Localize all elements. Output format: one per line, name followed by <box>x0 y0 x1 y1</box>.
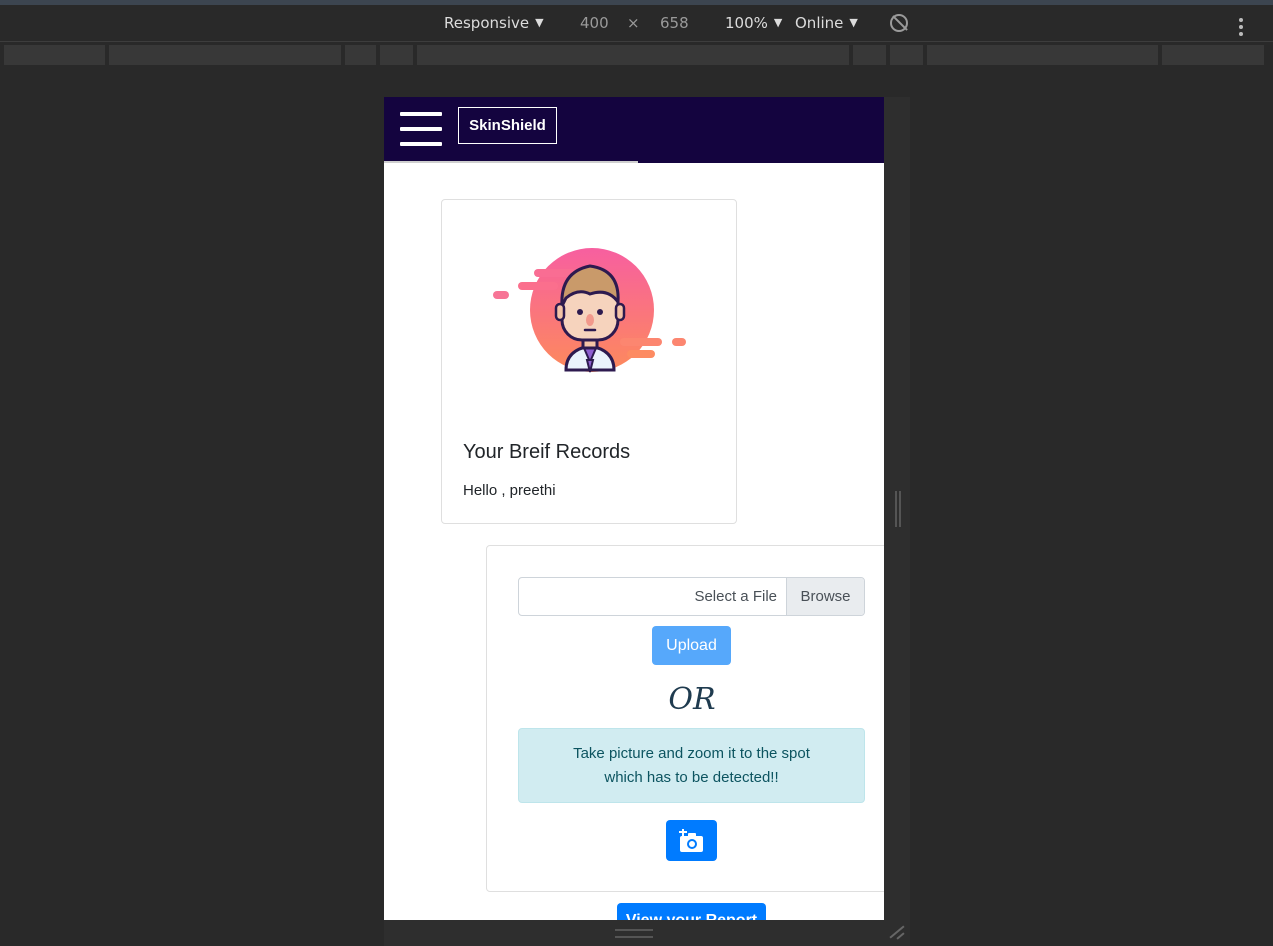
kebab-menu-icon[interactable] <box>1239 18 1243 38</box>
resize-handle-bottom[interactable] <box>615 929 653 938</box>
width-input[interactable]: 400 <box>580 14 609 32</box>
rotate-icon[interactable] <box>890 14 908 32</box>
media-query-segment[interactable] <box>109 45 341 65</box>
zoom-select[interactable]: 100% ▼ <box>725 14 782 32</box>
media-query-segment[interactable] <box>890 45 923 65</box>
media-query-segment[interactable] <box>417 45 849 65</box>
device-select[interactable]: Responsive ▼ <box>444 14 544 32</box>
profile-card: Your Breif Records Hello , preethi <box>441 199 737 524</box>
devtools-device-toolbar: Responsive ▼ 400 × 658 100% ▼ Online ▼ <box>0 5 1273 42</box>
take-picture-button[interactable] <box>666 820 717 861</box>
media-query-segment[interactable] <box>853 45 886 65</box>
media-query-segment[interactable] <box>345 45 376 65</box>
media-query-segment[interactable] <box>4 45 105 65</box>
or-divider-text: OR <box>668 682 716 717</box>
upload-button[interactable]: Upload <box>652 626 731 665</box>
user-avatar-illustration <box>493 248 686 373</box>
emulated-viewport: SkinShield Your Breif Records Hello , pr… <box>384 97 884 920</box>
media-query-segment[interactable] <box>927 45 1158 65</box>
browse-button[interactable]: Browse <box>786 578 864 615</box>
dimension-separator: × <box>627 14 640 32</box>
resize-handle-right[interactable] <box>895 491 901 527</box>
chevron-down-icon: ▼ <box>849 16 858 29</box>
device-select-label: Responsive <box>444 14 530 32</box>
height-input[interactable]: 658 <box>660 14 689 32</box>
instruction-line-1: Take picture and zoom it to the spot <box>573 745 810 762</box>
network-throttle-select[interactable]: Online ▼ <box>795 14 858 32</box>
hamburger-menu-icon[interactable] <box>400 112 442 146</box>
view-report-button[interactable]: View your Report <box>617 903 766 920</box>
media-query-segment[interactable] <box>380 45 413 65</box>
instruction-line-2: which has to be detected!! <box>604 769 779 786</box>
network-select-label: Online <box>795 14 844 32</box>
upload-panel: Select a File Browse Upload OR Take pict… <box>486 545 884 892</box>
file-picker-label: Select a File <box>694 588 777 605</box>
nav-divider <box>384 161 638 163</box>
media-query-segment[interactable] <box>1162 45 1264 65</box>
greeting-text: Hello , preethi <box>463 482 556 499</box>
records-title: Your Breif Records <box>463 441 631 463</box>
media-query-bar <box>0 43 1273 68</box>
instruction-alert: Take picture and zoom it to the spot whi… <box>518 728 865 803</box>
chevron-down-icon: ▼ <box>535 16 544 29</box>
zoom-select-label: 100% <box>725 14 768 32</box>
chevron-down-icon: ▼ <box>773 16 783 29</box>
brand-logo[interactable]: SkinShield <box>458 107 557 144</box>
file-picker[interactable]: Select a File Browse <box>518 577 865 616</box>
resize-handle-corner[interactable] <box>888 925 906 939</box>
navbar: SkinShield <box>384 97 884 163</box>
add-camera-icon <box>679 829 703 852</box>
